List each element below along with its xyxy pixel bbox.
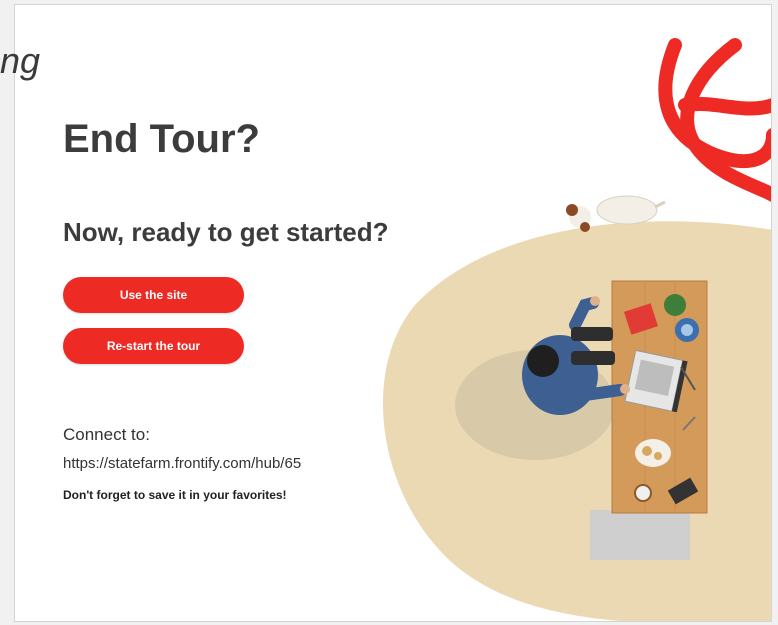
- desk-illustration: [383, 38, 771, 621]
- plant-icon: [664, 294, 686, 316]
- favorites-note: Don't forget to save it in your favorite…: [63, 488, 287, 502]
- plate-icon: [635, 439, 671, 467]
- laptop-icon: [624, 349, 688, 413]
- hub-url-link[interactable]: https://statefarm.frontify.com/hub/65: [63, 455, 301, 472]
- coffee-cup-icon: [634, 484, 652, 502]
- use-site-button[interactable]: Use the site: [63, 277, 244, 313]
- page-subtitle: Now, ready to get started?: [63, 217, 389, 247]
- page-title: End Tour?: [63, 117, 260, 161]
- state-farm-ribbon-icon: [658, 38, 771, 202]
- restart-tour-button[interactable]: Re-start the tour: [63, 328, 244, 364]
- connect-label: Connect to:: [63, 425, 150, 444]
- desk-shadow: [590, 510, 690, 560]
- partial-heading-text: ng: [0, 40, 41, 81]
- end-tour-slide: End Tour? Now, ready to get started? Use…: [14, 4, 772, 622]
